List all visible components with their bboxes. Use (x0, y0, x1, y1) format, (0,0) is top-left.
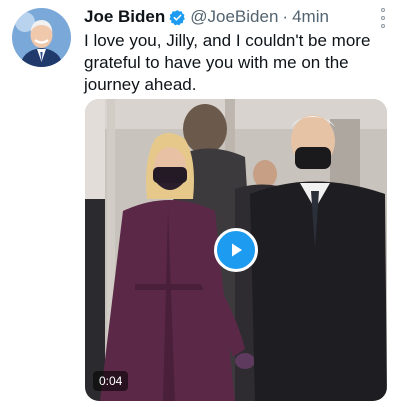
author-name[interactable]: Joe Biden (84, 7, 165, 27)
tweet: Joe Biden @JoeBiden · 4min I love you, J… (0, 0, 400, 407)
author-handle[interactable]: @JoeBiden (190, 7, 278, 27)
tweet-text: I love you, Jilly, and I couldn't be mor… (84, 31, 371, 94)
tweet-timestamp[interactable]: 4min (292, 7, 329, 27)
tweet-header: Joe Biden @JoeBiden · 4min (84, 6, 329, 28)
video-duration-badge: 0:04 (93, 371, 129, 391)
more-options-icon[interactable] (378, 8, 388, 28)
play-icon[interactable] (214, 228, 258, 272)
author-avatar[interactable] (12, 8, 71, 67)
verified-badge-icon (169, 9, 186, 25)
header-separator: · (282, 7, 289, 26)
